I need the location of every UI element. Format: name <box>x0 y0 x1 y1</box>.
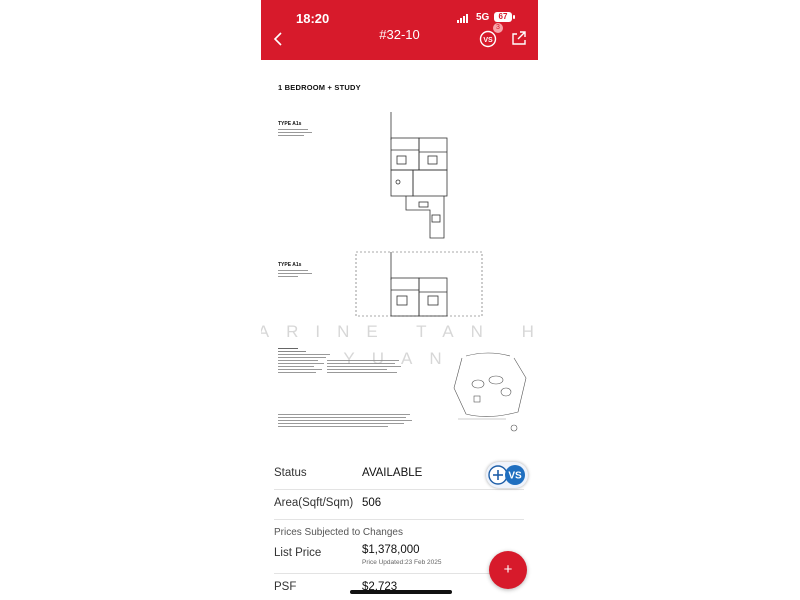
home-indicator <box>350 590 452 594</box>
battery-tip <box>513 15 515 19</box>
add-to-compare-button[interactable]: VS <box>486 462 528 488</box>
price-notice: Prices Subjected to Changes <box>274 527 403 538</box>
divider <box>274 489 524 490</box>
floor-plan-disclaimer <box>278 412 413 429</box>
app-header: 18:20 5G 67 #32-10 VS 3 <box>261 0 538 60</box>
add-compare-icon: VS <box>488 465 525 485</box>
status-label: Status <box>274 467 307 479</box>
watermark-line-1: SHARINE TAN HUI <box>261 322 538 341</box>
battery-icon: 67 <box>494 12 512 22</box>
area-label: Area(Sqft/Sqm) <box>274 497 354 509</box>
floor-plan-notes <box>327 358 407 375</box>
unit-layout-drawing-1 <box>390 112 448 239</box>
network-label: 5G <box>476 12 490 23</box>
share-icon[interactable] <box>511 30 527 46</box>
floor-plan-type-2: TYPE A1s <box>278 262 302 268</box>
phone-screen: 18:20 5G 67 #32-10 VS 3 1 BEDROOM + STUD… <box>261 0 538 600</box>
psf-label: PSF <box>274 581 297 593</box>
add-button[interactable]: + <box>489 551 527 589</box>
list-price-value: $1,378,000 <box>362 544 420 556</box>
signal-icon <box>457 14 468 23</box>
floor-plan-heading: 1 BEDROOM + STUDY <box>278 83 361 92</box>
floor-plan-type-2-note <box>278 269 318 278</box>
vs-icon[interactable]: VS <box>479 30 497 48</box>
compare-count-badge: 3 <box>493 23 503 33</box>
status-time: 18:20 <box>296 11 330 26</box>
site-key-plan <box>453 352 527 432</box>
area-value: 506 <box>362 497 382 509</box>
divider <box>274 519 524 520</box>
floor-plan-type-1-note <box>278 128 318 137</box>
svg-text:VS: VS <box>508 471 522 482</box>
list-price-label: List Price <box>274 547 322 559</box>
svg-text:VS: VS <box>483 37 493 44</box>
divider <box>274 573 524 574</box>
unit-layout-drawing-2 <box>355 251 483 317</box>
status-value: AVAILABLE <box>362 467 423 479</box>
floor-plan-image[interactable]: 1 BEDROOM + STUDY TYPE A1s TYPE A1s ARIN… <box>261 60 538 455</box>
price-updated-date: Price Updated:23 Feb 2025 <box>362 559 442 566</box>
floor-plan-type-1: TYPE A1s <box>278 121 302 127</box>
